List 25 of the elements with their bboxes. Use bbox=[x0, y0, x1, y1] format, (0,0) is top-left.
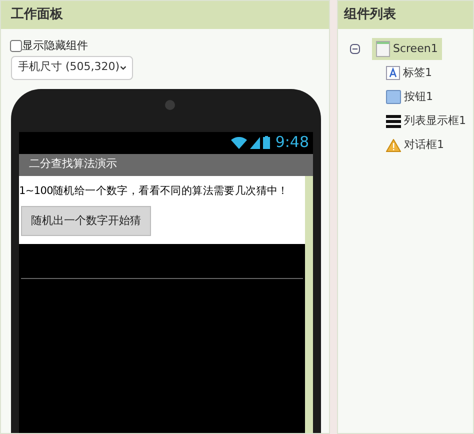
label-icon bbox=[386, 66, 400, 80]
checkbox[interactable] bbox=[10, 40, 22, 52]
tree-item[interactable]: 按钮1 bbox=[382, 86, 437, 108]
wifi-icon bbox=[231, 136, 248, 148]
collapse-toggle-icon[interactable] bbox=[350, 44, 360, 54]
list-icon bbox=[386, 114, 401, 128]
panel-title: 工作面板 bbox=[11, 6, 63, 24]
checkbox-label: 显示隐藏组件 bbox=[22, 38, 88, 54]
tree-item[interactable]: Screen1 bbox=[372, 38, 442, 60]
warning-icon bbox=[386, 138, 401, 152]
tree-item[interactable]: 对话框1 bbox=[382, 134, 448, 156]
status-time: 9:48 bbox=[275, 132, 309, 154]
tree-item[interactable]: 标签1 bbox=[382, 62, 436, 84]
tree-item[interactable]: 列表显示框1 bbox=[382, 110, 470, 132]
size-dropdown[interactable]: 手机尺寸 (505,320) bbox=[11, 56, 133, 80]
guess-button[interactable]: 随机出一个数字开始猜 bbox=[21, 206, 151, 236]
app-title: 二分查找算法演示 bbox=[29, 156, 117, 172]
chevron-icon bbox=[120, 64, 126, 70]
screen-icon bbox=[376, 41, 390, 57]
button-icon bbox=[386, 90, 401, 104]
panel-title: 组件列表 bbox=[344, 6, 396, 24]
label-text: 1~100随机给一个数字，看看不同的算法需要几次猜中！ bbox=[19, 184, 290, 198]
battery-icon bbox=[263, 136, 270, 149]
signal-icon bbox=[250, 136, 260, 148]
camera-icon bbox=[165, 100, 175, 110]
